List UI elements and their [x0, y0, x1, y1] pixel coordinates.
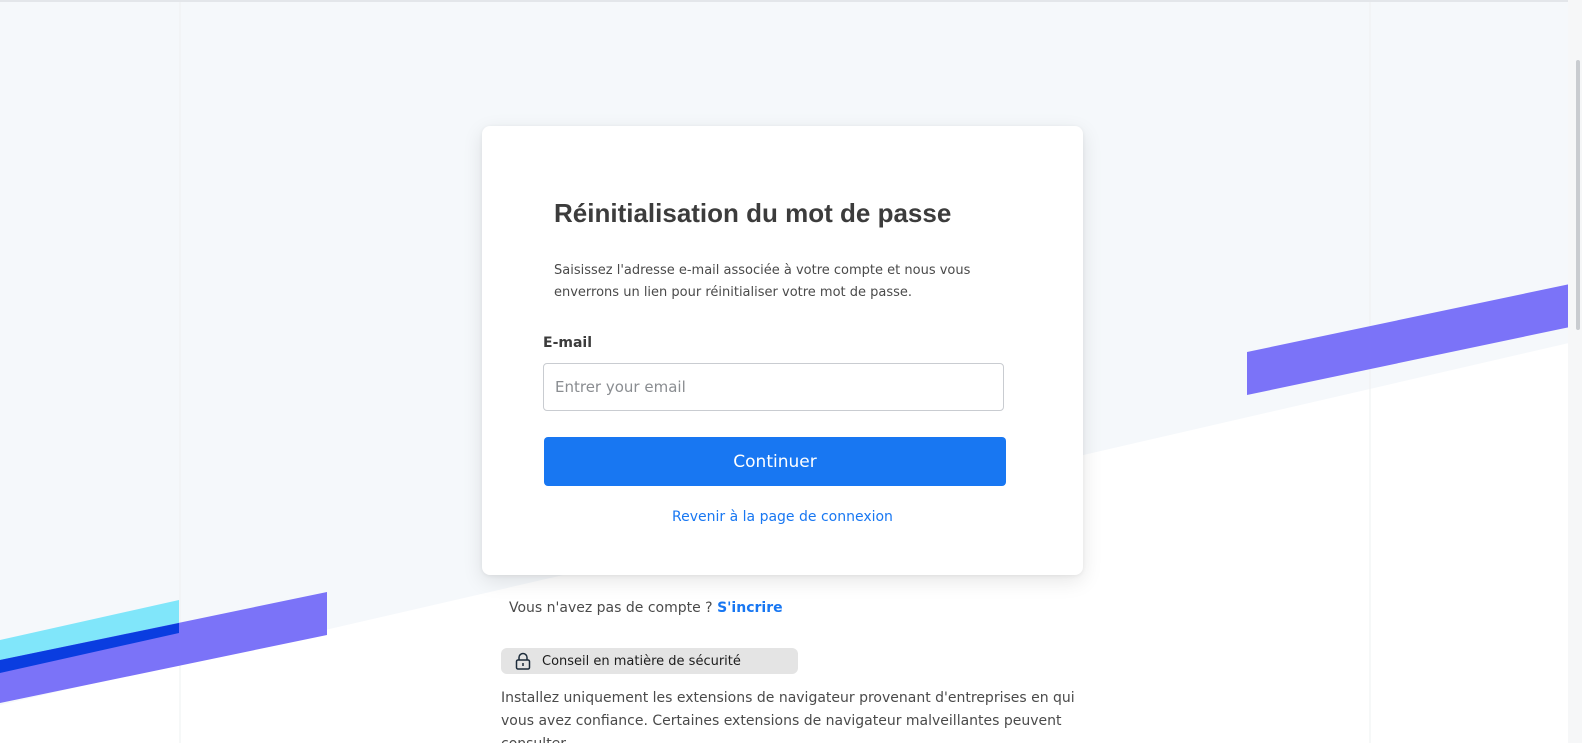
reset-password-card: Réinitialisation du mot de passe Saisiss… [482, 126, 1083, 575]
page-title: Réinitialisation du mot de passe [554, 198, 952, 228]
email-label: E-mail [543, 335, 593, 351]
email-input[interactable] [543, 363, 1004, 411]
lock-icon [515, 652, 531, 670]
reset-description: Saisissez l'adresse e-mail associée à vo… [554, 263, 971, 300]
continue-button[interactable]: Continuer [544, 437, 1006, 486]
security-tip-badge: Conseil en matière de sécurité [501, 648, 798, 674]
signup-link[interactable]: S'incrire [717, 600, 783, 616]
scrollbar[interactable] [1568, 0, 1582, 743]
security-tip-label: Conseil en matière de sécurité [542, 653, 741, 669]
page: Réinitialisation du mot de passe Saisiss… [0, 0, 1582, 743]
scrollbar-thumb[interactable] [1576, 60, 1580, 330]
signup-prompt-text: Vous n'avez pas de compte ? [509, 600, 718, 616]
back-to-login-link[interactable]: Revenir à la page de connexion [482, 509, 1083, 525]
security-tip-text: Installez uniquement les extensions de n… [501, 690, 1075, 743]
signup-prompt-line: Vous n'avez pas de compte ? S'incrire [509, 600, 783, 616]
top-divider [0, 0, 1582, 2]
